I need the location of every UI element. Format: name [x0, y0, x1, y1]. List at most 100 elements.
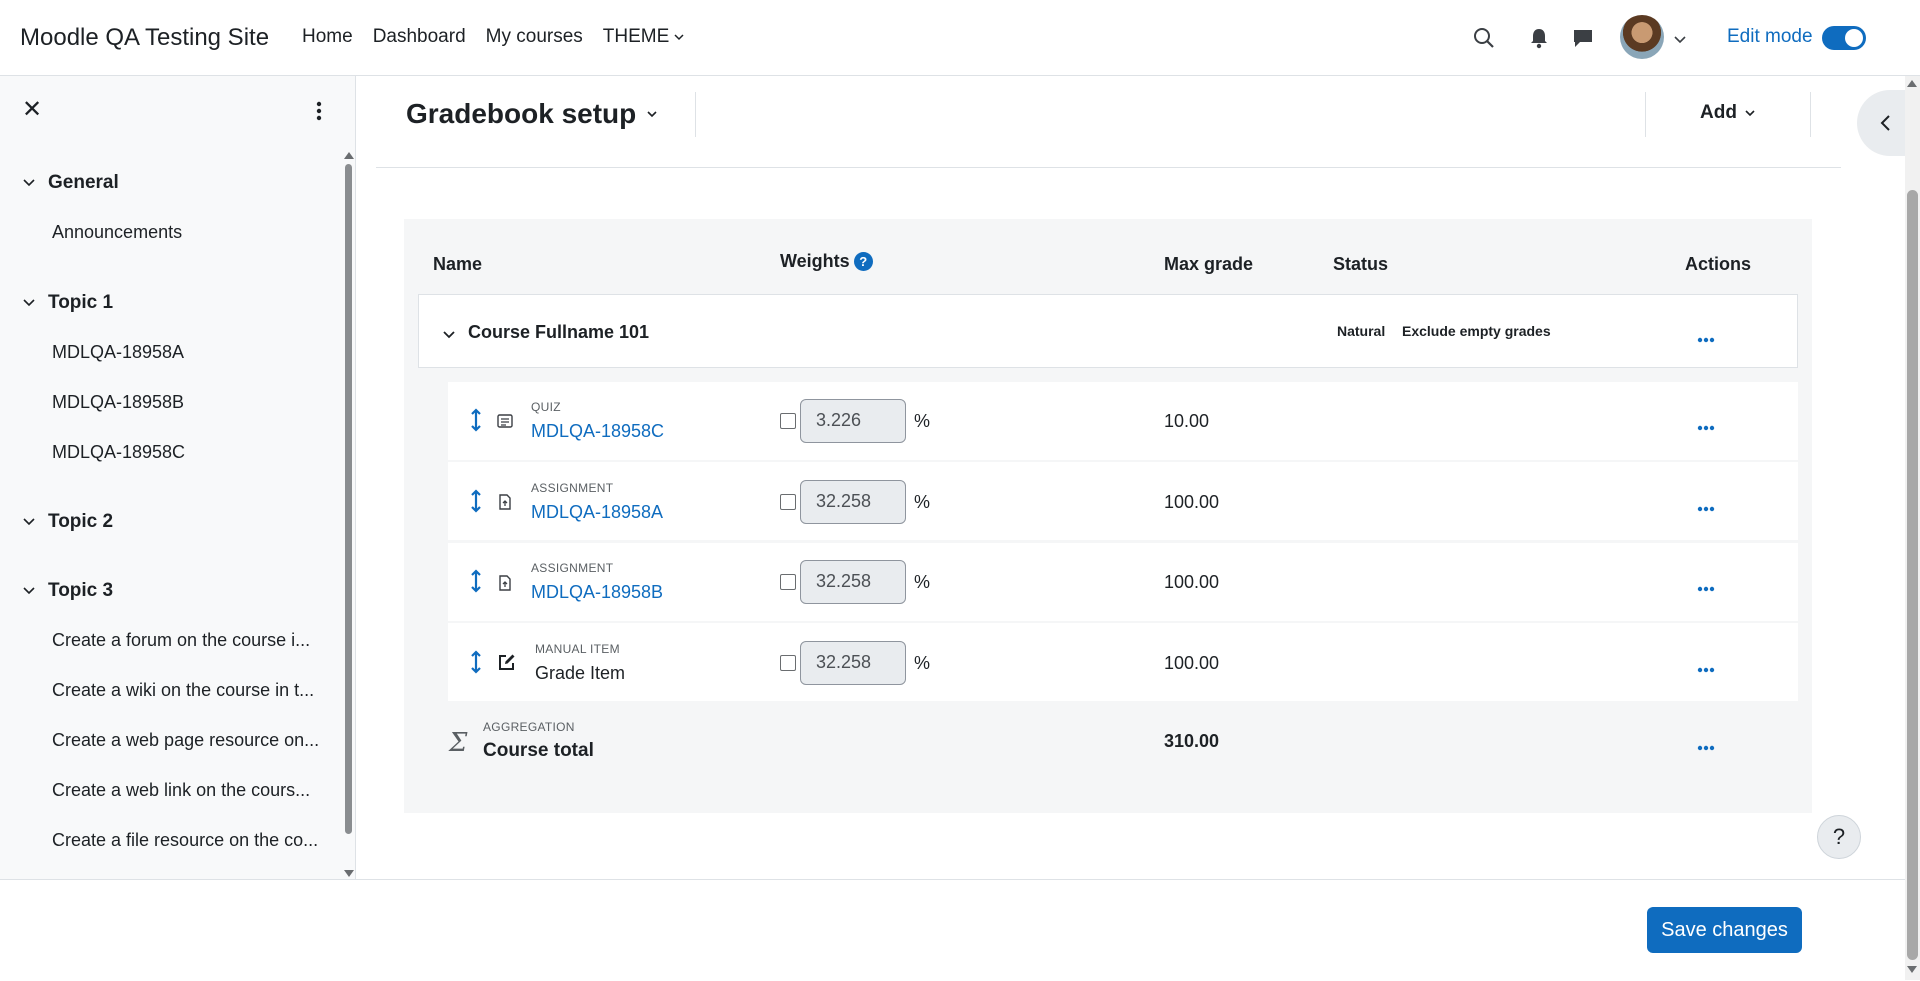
item-link[interactable]: MDLQA-18958C	[531, 421, 664, 442]
site-name[interactable]: Moodle QA Testing Site	[20, 24, 269, 52]
drawer-item-announcements[interactable]: Announcements	[52, 222, 327, 243]
max-grade-value: 100.00	[1164, 492, 1220, 512]
item-link[interactable]: MDLQA-18958B	[531, 582, 663, 603]
percent-sign: %	[914, 411, 931, 431]
weight-input[interactable]: 32.258	[800, 560, 906, 604]
add-label: Add	[1700, 102, 1737, 123]
kebab-menu-icon[interactable]	[316, 100, 322, 127]
item-type-label: ASSIGNMENT	[531, 561, 614, 575]
page-scrollbar-thumb[interactable]	[1907, 190, 1918, 960]
header-weights-label: Weights	[780, 251, 850, 271]
drawer-item[interactable]: Create a file resource on the co...	[52, 830, 327, 851]
edit-mode-toggle[interactable]	[1822, 26, 1866, 50]
sigma-icon: Σ	[449, 728, 468, 758]
status-badge: Exclude empty grades	[1398, 322, 1555, 340]
scroll-up-arrow[interactable]	[344, 152, 354, 159]
section-topic-2[interactable]: Topic 2	[22, 511, 113, 533]
header-weights: Weights ?	[780, 251, 873, 272]
move-arrows-icon[interactable]	[470, 489, 482, 518]
user-avatar[interactable]	[1620, 15, 1664, 59]
drawer-item[interactable]: Create a wiki on the course in t...	[52, 680, 327, 701]
scroll-up-arrow[interactable]	[1907, 80, 1917, 87]
assignment-icon	[496, 493, 514, 516]
weight-override-checkbox[interactable]	[780, 494, 796, 510]
close-icon[interactable]: ✕	[22, 98, 42, 122]
weight-override-checkbox[interactable]	[780, 655, 796, 671]
section-topic-3[interactable]: Topic 3	[22, 580, 113, 602]
weight-override-checkbox[interactable]	[780, 574, 796, 590]
status-badge: Natural	[1333, 322, 1390, 340]
item-type-label: ASSIGNMENT	[531, 481, 614, 495]
nav-home[interactable]: Home	[302, 26, 353, 48]
max-grade-value: 10.00	[1164, 411, 1210, 431]
nav-theme-dropdown[interactable]: THEME	[603, 26, 685, 48]
weight-override-checkbox[interactable]	[780, 413, 796, 429]
grade-item-row	[448, 623, 1798, 701]
chevron-down-icon[interactable]	[442, 328, 456, 346]
weight-input[interactable]: 32.258	[800, 480, 906, 524]
actions-menu-icon[interactable]	[1697, 738, 1715, 756]
max-grade-value: 100.00	[1164, 572, 1220, 592]
drawer-scrollbar[interactable]	[345, 164, 352, 834]
help-button[interactable]: ?	[1817, 815, 1861, 859]
scroll-down-arrow[interactable]	[1907, 966, 1917, 973]
toggle-knob	[1845, 29, 1863, 47]
header-divider	[376, 167, 1841, 168]
max-grade-value: 100.00	[1164, 653, 1220, 673]
section-topic-1[interactable]: Topic 1	[22, 292, 113, 314]
percent-sign: %	[914, 492, 931, 512]
percent-sign: %	[914, 653, 931, 673]
edit-mode-label: Edit mode	[1727, 26, 1813, 47]
edit-icon	[497, 652, 517, 677]
actions-menu-icon[interactable]	[1697, 660, 1715, 678]
divider	[1645, 92, 1646, 137]
move-arrows-icon[interactable]	[470, 569, 482, 598]
nav-theme-label: THEME	[602, 26, 670, 47]
grade-item-row	[448, 462, 1798, 540]
section-general[interactable]: General	[22, 172, 119, 194]
course-total-label: Course total	[483, 740, 594, 761]
drawer-item[interactable]: Create a web page resource on...	[52, 730, 327, 751]
scroll-down-arrow[interactable]	[344, 870, 354, 877]
chat-icon[interactable]	[1572, 27, 1594, 49]
chevron-down-icon	[23, 179, 35, 187]
drawer-item[interactable]: Create a forum on the course i...	[52, 630, 327, 651]
weight-input[interactable]: 32.258	[800, 641, 906, 685]
drawer-item[interactable]: Create a web link on the cours...	[52, 780, 327, 801]
section-title: Topic 2	[48, 511, 114, 532]
header-actions: Actions	[1685, 254, 1752, 274]
header-name: Name	[433, 254, 483, 274]
weight-input[interactable]: 3.226	[800, 399, 906, 443]
search-icon[interactable]	[1473, 27, 1495, 49]
chevron-down-icon	[674, 34, 684, 41]
chevron-down-icon	[23, 299, 35, 307]
save-changes-button[interactable]: Save changes	[1647, 907, 1802, 953]
actions-menu-icon[interactable]	[1697, 579, 1715, 597]
actions-menu-icon[interactable]	[1697, 418, 1715, 436]
page-title-dropdown[interactable]: Gradebook setup	[406, 98, 658, 130]
help-icon[interactable]: ?	[853, 252, 873, 271]
nav-dashboard[interactable]: Dashboard	[373, 26, 466, 48]
chevron-down-icon	[23, 518, 35, 526]
chevron-down-icon[interactable]	[1674, 32, 1686, 50]
header-status: Status	[1333, 254, 1389, 274]
item-link[interactable]: MDLQA-18958A	[531, 502, 663, 523]
chevron-down-icon	[647, 111, 657, 118]
add-dropdown-button[interactable]: Add	[1700, 102, 1755, 124]
drawer-item[interactable]: MDLQA-18958A	[52, 342, 327, 363]
chevron-down-icon	[1745, 110, 1755, 117]
section-title: General	[48, 172, 119, 193]
actions-menu-icon[interactable]	[1697, 330, 1715, 348]
drawer-item[interactable]: MDLQA-18958C	[52, 442, 327, 463]
assignment-icon	[496, 574, 514, 597]
section-title: Topic 1	[48, 292, 114, 313]
move-arrows-icon[interactable]	[470, 650, 482, 679]
divider	[1810, 92, 1811, 137]
nav-my-courses[interactable]: My courses	[486, 26, 583, 48]
move-arrows-icon[interactable]	[470, 408, 482, 437]
divider	[695, 92, 696, 137]
course-total-max: 310.00	[1164, 731, 1220, 751]
actions-menu-icon[interactable]	[1697, 499, 1715, 517]
bell-icon[interactable]	[1529, 27, 1549, 49]
drawer-item[interactable]: MDLQA-18958B	[52, 392, 327, 413]
